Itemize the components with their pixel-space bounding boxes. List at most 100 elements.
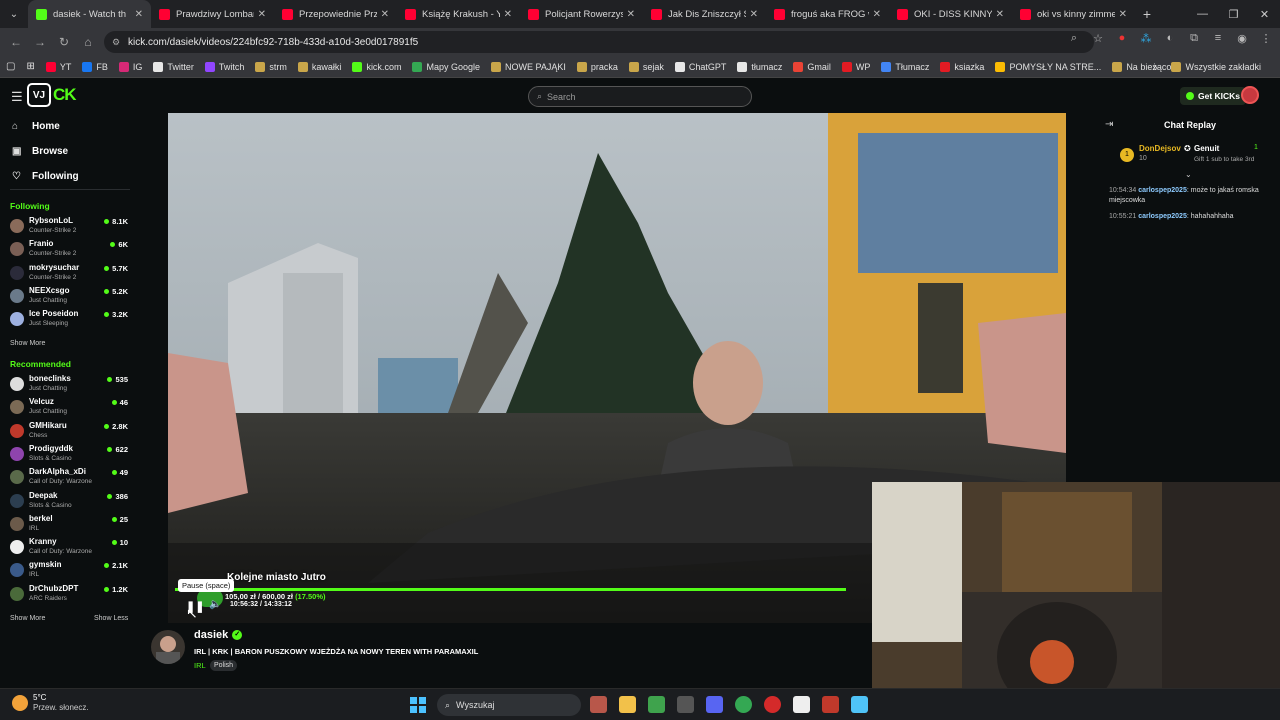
streamer-name[interactable]: dasiek ✓ bbox=[194, 629, 243, 641]
channel-item[interactable]: mokrysuchar Counter-Strike 2 5.7K bbox=[10, 263, 128, 285]
close-tab-icon[interactable]: ✕ bbox=[135, 9, 143, 20]
profile-icon[interactable]: ◉ bbox=[1234, 32, 1250, 50]
language-tag[interactable]: Polish bbox=[210, 660, 238, 671]
home-icon[interactable]: ⌂ bbox=[76, 35, 100, 49]
browser-tab[interactable]: Prawdziwy Lombard ✕ bbox=[151, 0, 274, 28]
zoom-icon[interactable]: ⌕ bbox=[1066, 32, 1082, 50]
browser-tab[interactable]: Jak Dis Zniszczył Swo ✕ bbox=[643, 0, 766, 28]
kick-logo[interactable]: VJ CK bbox=[27, 82, 77, 108]
close-tab-icon[interactable]: ✕ bbox=[996, 9, 1004, 20]
bookmark-item[interactable]: strm bbox=[255, 61, 287, 72]
forward-arrow-icon[interactable]: → bbox=[28, 35, 52, 49]
weather-widget[interactable]: 5°C Przew. słonecz. bbox=[12, 693, 89, 713]
new-tab-button[interactable]: + bbox=[1135, 6, 1159, 22]
channel-item[interactable]: DarkAlpha_xDi Call of Duty: Warzone 49 bbox=[10, 467, 128, 489]
bookmark-item[interactable]: POMYSŁY NA STRE... bbox=[995, 61, 1101, 72]
tab-search-menu[interactable]: ⌄ bbox=[0, 0, 28, 28]
channel-item[interactable]: Deepak Slots & Casino 386 bbox=[10, 491, 128, 513]
opera-icon[interactable] bbox=[764, 696, 781, 713]
channel-item[interactable]: DrChubzDPT ARC Raiders 1.2K bbox=[10, 584, 128, 606]
close-tab-icon[interactable]: ✕ bbox=[873, 9, 881, 20]
menu-icon[interactable]: ☰ bbox=[11, 89, 23, 105]
extension-icon[interactable]: ⁂ bbox=[1138, 32, 1154, 50]
app-icon[interactable] bbox=[793, 696, 810, 713]
bookmark-item[interactable]: Tłumacz bbox=[881, 61, 929, 72]
browser-tab[interactable]: OKI - DISS KINNY ZIM ✕ bbox=[889, 0, 1012, 28]
discord-icon[interactable] bbox=[706, 696, 723, 713]
bookmark-item[interactable]: pracka bbox=[576, 61, 618, 72]
bookmark-item[interactable]: Gmail bbox=[793, 61, 831, 72]
channel-item[interactable]: Franio Counter-Strike 2 6K bbox=[10, 239, 128, 261]
bookmark-item[interactable]: WP bbox=[841, 61, 870, 72]
app-icon[interactable] bbox=[822, 696, 839, 713]
bookmark-item[interactable]: NOWE PAJĄKI bbox=[490, 61, 566, 72]
nav-following[interactable]: ♡ Following bbox=[12, 171, 79, 182]
channel-item[interactable]: NEEXcsgo Just Chatting 5.2K bbox=[10, 286, 128, 308]
notepad-icon[interactable] bbox=[851, 696, 868, 713]
channel-item[interactable]: GMHikaru Chess 2.8K bbox=[10, 421, 128, 443]
browser-menu-icon[interactable]: ⋮ bbox=[1258, 32, 1274, 50]
url-bar[interactable]: ⚙ kick.com/dasiek/videos/224bfc92-718b-4… bbox=[104, 31, 1094, 53]
channel-item[interactable]: Velcuz Just Chatting 46 bbox=[10, 397, 128, 419]
channel-item[interactable]: berkel IRL 25 bbox=[10, 514, 128, 536]
apps-grid-icon[interactable]: ⊞ bbox=[26, 61, 34, 72]
get-kicks-button[interactable]: Get KICKs bbox=[1180, 87, 1247, 105]
search-input[interactable]: ⌕ Search bbox=[528, 86, 752, 107]
browser-tab[interactable]: oki vs kinny zimmer ✕ bbox=[1012, 0, 1135, 28]
taskbar-search[interactable]: ⌕ Wyszukaj bbox=[437, 694, 581, 716]
app-shield-icon[interactable] bbox=[648, 696, 665, 713]
bookmark-item[interactable]: Mapy Google bbox=[412, 61, 480, 72]
nav-home[interactable]: ⌂ Home bbox=[12, 121, 60, 132]
recommended-show-less[interactable]: Show Less bbox=[94, 615, 128, 622]
file-explorer-icon[interactable] bbox=[619, 696, 636, 713]
close-tab-icon[interactable]: ✕ bbox=[627, 9, 635, 20]
expand-pin-icon[interactable]: ⌄ bbox=[1185, 170, 1192, 179]
channel-item[interactable]: Kranny Call of Duty: Warzone 10 bbox=[10, 537, 128, 559]
minimize-button[interactable]: — bbox=[1187, 0, 1218, 28]
streamer-avatar[interactable] bbox=[151, 630, 185, 664]
browser-tab[interactable]: Przepowiednie Przes ✕ bbox=[274, 0, 397, 28]
bookmark-item[interactable]: ksiazka bbox=[940, 61, 984, 72]
extension2-icon[interactable]: ◐ bbox=[1162, 32, 1178, 50]
channel-item[interactable]: Prodigyddk Slots & Casino 622 bbox=[10, 444, 128, 466]
maximize-button[interactable]: ❐ bbox=[1218, 0, 1249, 28]
bookmark-item[interactable]: ChatGPT bbox=[674, 61, 726, 72]
bookmark-star-icon[interactable]: ☆ bbox=[1090, 32, 1106, 50]
bookmark-item[interactable]: FB bbox=[82, 61, 108, 72]
sidebar-toggle-icon[interactable]: ▢ bbox=[6, 61, 15, 72]
browser-tab[interactable]: Policjant Rowerzysta ✕ bbox=[520, 0, 643, 28]
bookmark-item[interactable]: kawałki bbox=[297, 61, 341, 72]
close-tab-icon[interactable]: ✕ bbox=[1119, 9, 1127, 20]
progress-bar[interactable] bbox=[175, 588, 846, 591]
user-avatar[interactable] bbox=[1241, 86, 1259, 104]
close-window-button[interactable]: ✕ bbox=[1249, 0, 1280, 28]
following-show-more[interactable]: Show More bbox=[10, 340, 45, 347]
reload-icon[interactable]: ↻ bbox=[52, 35, 76, 49]
more-bookmarks-icon[interactable]: » bbox=[1152, 62, 1157, 72]
channel-item[interactable]: boneclinks Just Chatting 535 bbox=[10, 374, 128, 396]
close-tab-icon[interactable]: ✕ bbox=[258, 9, 266, 20]
site-info-icon[interactable]: ⚙ bbox=[112, 37, 120, 48]
channel-item[interactable]: RybsonLoL Counter-Strike 2 8.1K bbox=[10, 216, 128, 238]
app-icon[interactable] bbox=[677, 696, 694, 713]
close-tab-icon[interactable]: ✕ bbox=[381, 9, 389, 20]
browser-tab[interactable]: Książę Krakush - You ✕ bbox=[397, 0, 520, 28]
bookmark-item[interactable]: Twitch bbox=[204, 61, 244, 72]
browser-tab[interactable]: froguś aka FROG wb ✕ bbox=[766, 0, 889, 28]
windows-start-icon[interactable] bbox=[410, 697, 426, 713]
back-arrow-icon[interactable]: ← bbox=[4, 35, 28, 49]
bookmark-item[interactable]: IG bbox=[118, 61, 142, 72]
nav-browse[interactable]: ▣ Browse bbox=[12, 146, 68, 157]
close-tab-icon[interactable]: ✕ bbox=[750, 9, 758, 20]
bookmark-item[interactable]: kick.com bbox=[352, 61, 401, 72]
collapse-chat-icon[interactable]: ⇥ bbox=[1105, 119, 1113, 130]
app-icon[interactable] bbox=[590, 696, 607, 713]
puzzle-icon[interactable]: ⧉ bbox=[1186, 32, 1202, 50]
bookmark-item[interactable]: sejak bbox=[628, 61, 664, 72]
close-tab-icon[interactable]: ✕ bbox=[504, 9, 512, 20]
bookmark-item[interactable]: YT bbox=[45, 61, 71, 72]
bookmark-item[interactable]: tłumacz bbox=[737, 61, 782, 72]
channel-item[interactable]: gymskin IRL 2.1K bbox=[10, 560, 128, 582]
chrome-icon[interactable] bbox=[735, 696, 752, 713]
bookmark-item[interactable]: Twitter bbox=[153, 61, 194, 72]
